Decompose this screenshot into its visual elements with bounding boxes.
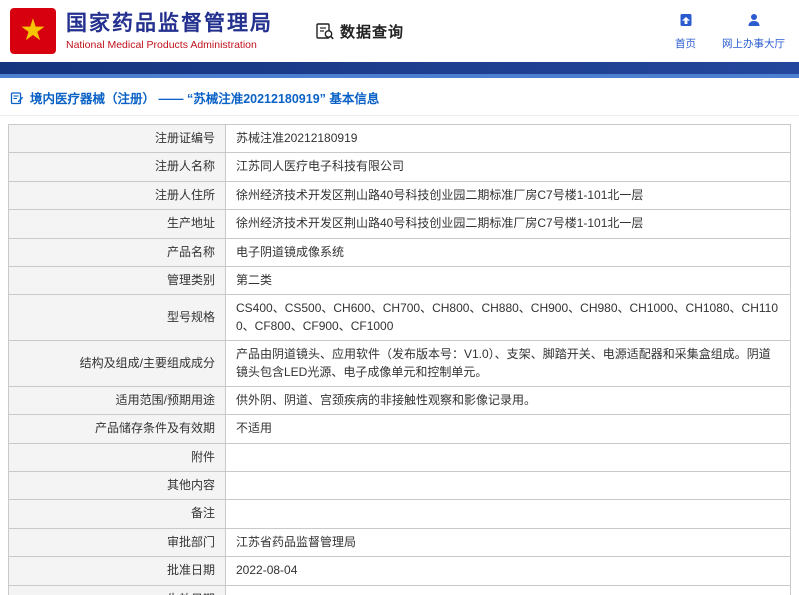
row-label: 审批部门 [8, 527, 226, 558]
table-row: 适用范围/预期用途 供外阴、阴道、宫颈疾病的非接触性观察和影像记录用。 [8, 385, 791, 416]
row-label: 注册人住所 [8, 180, 226, 211]
row-label: 产品储存条件及有效期 [8, 414, 226, 444]
row-label: 型号规格 [8, 294, 226, 342]
row-value [225, 471, 791, 501]
row-value: 不适用 [225, 414, 791, 444]
breadcrumb: 境内医疗器械（注册） —— “苏械注准20212180919” 基本信息 [0, 78, 799, 116]
table-row: 注册证编号 苏械注准20212180919 [8, 123, 791, 154]
table-row: 其他内容 [8, 471, 791, 501]
user-icon [746, 12, 762, 33]
nav-service-hall[interactable]: 网上办事大厅 [722, 12, 785, 51]
document-edit-icon [10, 91, 24, 105]
table-row: 注册人住所 徐州经济技术开发区荆山路40号科技创业园二期标准厂房C7号楼1-101… [8, 180, 791, 211]
row-value: 产品由阴道镜头、应用软件（发布版本号：V1.0）、支架、脚踏开关、电源适配器和采… [225, 340, 791, 387]
row-value [225, 584, 791, 595]
national-emblem-logo: ★ [10, 8, 56, 54]
header-bar-dark [0, 62, 799, 74]
row-value: CS400、CS500、CH600、CH700、CH800、CH880、CH90… [225, 294, 791, 342]
row-label: 生产地址 [8, 209, 226, 239]
top-nav: 首页 网上办事大厅 [675, 12, 785, 51]
site-subtitle: National Medical Products Administration [66, 39, 257, 52]
nav-home-label: 首页 [675, 37, 696, 50]
nav-service-hall-label: 网上办事大厅 [722, 37, 785, 50]
row-label: 附件 [8, 442, 226, 473]
row-label: 其他内容 [8, 471, 226, 501]
header: ★ 国家药品监督管理局 National Medical Products Ad… [0, 0, 799, 62]
table-row: 管理类别 第二类 [8, 265, 791, 296]
data-query-section: 数据查询 [315, 21, 404, 42]
breadcrumb-text: 境内医疗器械（注册） —— “苏械注准20212180919” 基本信息 [30, 92, 380, 106]
table-row: 审批部门 江苏省药品监督管理局 [8, 527, 791, 558]
table-row: 结构及组成/主要组成成分 产品由阴道镜头、应用软件（发布版本号：V1.0）、支架、… [8, 340, 791, 387]
info-table: 注册证编号 苏械注准20212180919 注册人名称 江苏同人医疗电子科技有限公司注… [8, 123, 791, 595]
row-value [225, 442, 791, 473]
row-label: 结构及组成/主要组成成分 [8, 340, 226, 387]
row-label: 生效日期 [8, 584, 226, 595]
table-row: 注册人名称 江苏同人医疗电子科技有限公司 [8, 152, 791, 182]
row-value: 电子阴道镜成像系统 [225, 237, 791, 267]
table-row: 生效日期 [8, 584, 791, 595]
row-value: 江苏省药品监督管理局 [225, 527, 791, 558]
info-table-body: 注册证编号 苏械注准20212180919 注册人名称 江苏同人医疗电子科技有限公司注… [8, 123, 791, 595]
row-label: 注册人名称 [8, 152, 226, 182]
table-row: 批准日期 2022-08-04 [8, 556, 791, 586]
table-row: 产品储存条件及有效期 不适用 [8, 414, 791, 444]
data-query-label: 数据查询 [340, 23, 405, 41]
row-label: 产品名称 [8, 237, 226, 267]
row-value: 徐州经济技术开发区荆山路40号科技创业园二期标准厂房C7号楼1-101北一层 [225, 209, 791, 239]
brand-block: 国家药品监督管理局 National Medical Products Admi… [66, 11, 273, 51]
row-label: 适用范围/预期用途 [8, 385, 226, 416]
home-icon [678, 12, 694, 33]
row-value [225, 499, 791, 529]
row-value: 供外阴、阴道、宫颈疾病的非接触性观察和影像记录用。 [225, 385, 791, 416]
row-label: 批准日期 [8, 556, 226, 586]
row-value: 第二类 [225, 265, 791, 296]
table-row: 产品名称 电子阴道镜成像系统 [8, 237, 791, 267]
site-title: 国家药品监督管理局 [66, 11, 273, 35]
row-label: 管理类别 [8, 265, 226, 296]
table-row: 生产地址 徐州经济技术开发区荆山路40号科技创业园二期标准厂房C7号楼1-101北… [8, 209, 791, 239]
row-value: 徐州经济技术开发区荆山路40号科技创业园二期标准厂房C7号楼1-101北一层 [225, 180, 791, 211]
table-row: 附件 [8, 442, 791, 473]
table-row: 备注 [8, 499, 791, 529]
table-row: 型号规格 CS400、CS500、CH600、CH700、CH800、CH880、… [8, 294, 791, 342]
info-table-wrap: 注册证编号 苏械注准20212180919 注册人名称 江苏同人医疗电子科技有限公司注… [0, 116, 799, 595]
row-value: 2022-08-04 [225, 556, 791, 586]
row-label: 备注 [8, 499, 226, 529]
data-query-icon [315, 21, 335, 41]
row-label: 注册证编号 [8, 123, 226, 154]
nav-home[interactable]: 首页 [675, 12, 696, 51]
row-value: 江苏同人医疗电子科技有限公司 [225, 152, 791, 182]
row-value: 苏械注准20212180919 [225, 123, 791, 154]
emblem-star-icon: ★ [19, 14, 47, 47]
